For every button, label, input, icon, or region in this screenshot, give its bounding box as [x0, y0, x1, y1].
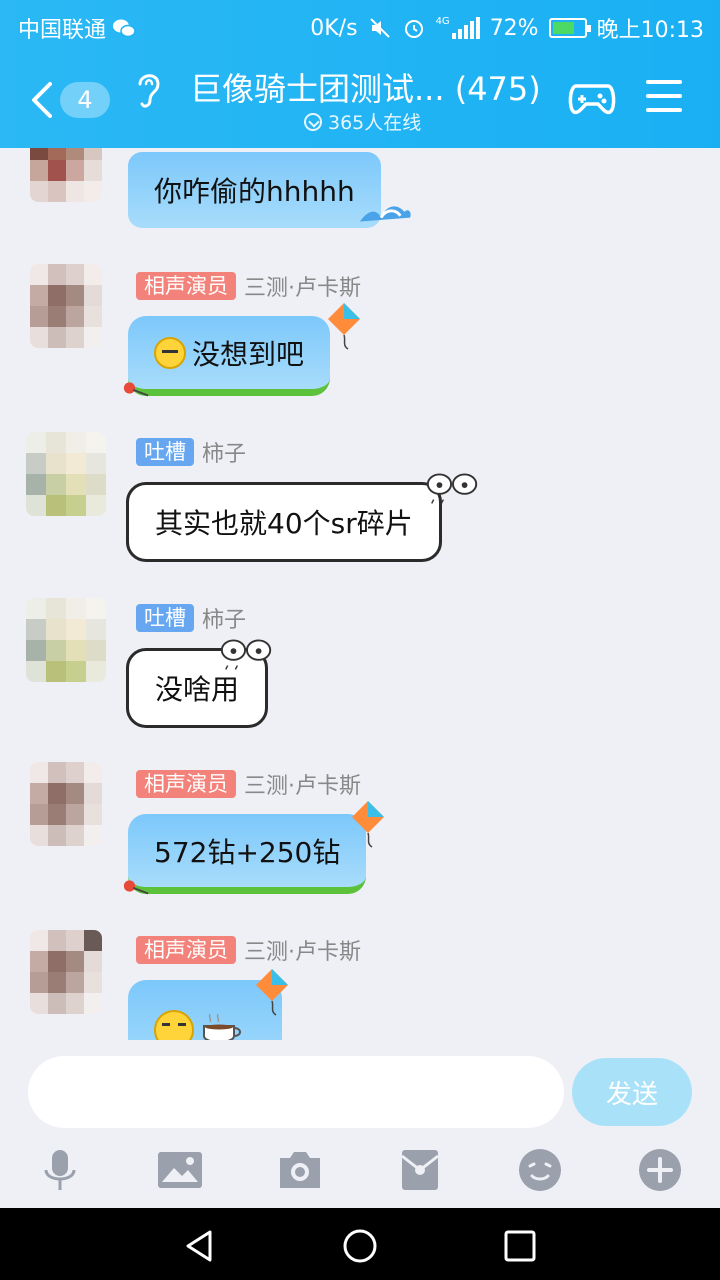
message-bubble[interactable]: 572钻+250钻: [128, 814, 367, 894]
online-count: 365人在线: [328, 112, 422, 134]
sender-meta: 相声演员 三测·卢卡斯: [136, 270, 361, 302]
coffee-emoji-icon: [203, 1013, 241, 1040]
message-input[interactable]: [28, 1056, 564, 1128]
network-type: 4G: [435, 16, 450, 27]
avatar[interactable]: [30, 264, 102, 348]
alarm-icon: [404, 20, 423, 38]
message-bubble[interactable]: 你咋偷的hhhhh: [128, 152, 381, 228]
member-count: (475): [454, 70, 541, 108]
sender-name[interactable]: 柿子: [202, 436, 246, 468]
group-name: 巨像骑士团测试...: [190, 70, 445, 108]
kite-decoration-icon: [328, 303, 360, 350]
title-badge: 相声演员: [136, 272, 236, 300]
rain-cloud-decoration-icon: [426, 473, 478, 504]
recents-square-icon[interactable]: [500, 1226, 540, 1266]
gamepad-icon[interactable]: [568, 78, 616, 118]
wechat-notification-icon: [113, 19, 136, 38]
top-bar: 中国联通 0K/s 4G 72% 晚上10:13 4 巨像骑士团测试... (4…: [0, 0, 720, 148]
signal-icon: 4G: [436, 17, 480, 39]
mute-icon: [369, 18, 390, 38]
net-speed: 0K/s: [310, 15, 358, 41]
message-bubble[interactable]: 没想到吧: [128, 316, 331, 396]
chevron-down-icon: [304, 112, 322, 131]
rain-cloud-decoration-icon: [220, 639, 272, 670]
microphone-icon[interactable]: [36, 1146, 84, 1194]
send-button[interactable]: 发送: [572, 1058, 692, 1126]
clock: 晚上10:13: [596, 18, 704, 43]
kite-decoration-icon: [256, 969, 288, 1016]
sender-meta: 吐槽 柿子: [136, 602, 246, 634]
online-status[interactable]: 365人在线: [304, 108, 421, 135]
kite-decoration-icon: [352, 801, 384, 848]
group-title[interactable]: 巨像骑士团测试... (475): [190, 64, 541, 110]
unread-badge: 4: [60, 82, 110, 118]
battery-icon: [548, 18, 591, 38]
sender-name[interactable]: 三测·卢卡斯: [244, 934, 361, 966]
red-packet-icon[interactable]: [396, 1146, 444, 1194]
title-badge: 相声演员: [136, 770, 236, 798]
avatar[interactable]: [30, 148, 102, 202]
smirk-emoji-icon: [154, 1010, 194, 1040]
message-bubble[interactable]: 其实也就40个sr碎片: [126, 482, 442, 562]
input-toolbar: [0, 1146, 720, 1202]
message-text: 没想到吧: [192, 337, 305, 371]
smirk-emoji-icon: [154, 336, 186, 369]
carrier-label: 中国联通: [18, 18, 107, 43]
sender-name[interactable]: 三测·卢卡斯: [244, 270, 361, 302]
image-icon[interactable]: [156, 1146, 204, 1194]
back-triangle-icon[interactable]: [180, 1226, 220, 1266]
avatar[interactable]: [30, 762, 102, 846]
message-text: 其实也就40个sr碎片: [155, 507, 413, 540]
emoji-icon[interactable]: [516, 1146, 564, 1194]
input-bar: 发送: [0, 1040, 720, 1208]
status-bar: 中国联通 0K/s 4G 72% 晚上10:13: [0, 0, 720, 50]
battery-percent: 72%: [489, 15, 539, 41]
message-text: 你咋偷的hhhhh: [154, 175, 355, 208]
title-badge: 吐槽: [136, 438, 194, 466]
home-circle-icon[interactable]: [340, 1226, 380, 1266]
plus-icon[interactable]: [636, 1146, 684, 1194]
avatar[interactable]: [26, 432, 106, 516]
message-text: 没啥用: [155, 673, 240, 706]
kite-spool-decoration-icon: [123, 880, 149, 895]
message-list[interactable]: 你咋偷的hhhhh 相声演员 三测·卢卡斯 没想到吧 吐槽 柿子 其实也就40个…: [0, 148, 720, 1040]
system-nav-bar: [0, 1208, 720, 1280]
wave-decoration-icon: [359, 206, 411, 222]
avatar[interactable]: [26, 598, 106, 682]
kite-spool-decoration-icon: [123, 382, 149, 397]
camera-icon[interactable]: [276, 1146, 324, 1194]
sender-meta: 相声演员 三测·卢卡斯: [136, 768, 361, 800]
title-badge: 吐槽: [136, 604, 194, 632]
title-badge: 相声演员: [136, 936, 236, 964]
chat-header: 4 巨像骑士团测试... (475) 365人在线: [0, 50, 720, 148]
menu-button[interactable]: [646, 80, 682, 112]
sender-meta: 相声演员 三测·卢卡斯: [136, 934, 361, 966]
ear-icon[interactable]: [132, 68, 164, 112]
back-button[interactable]: 4: [28, 76, 118, 124]
avatar[interactable]: [30, 930, 102, 1014]
sender-meta: 吐槽 柿子: [136, 436, 246, 468]
message-text: 572钻+250钻: [154, 835, 341, 869]
sender-name[interactable]: 柿子: [202, 602, 246, 634]
chevron-left-icon: [32, 82, 52, 118]
sender-name[interactable]: 三测·卢卡斯: [244, 768, 361, 800]
